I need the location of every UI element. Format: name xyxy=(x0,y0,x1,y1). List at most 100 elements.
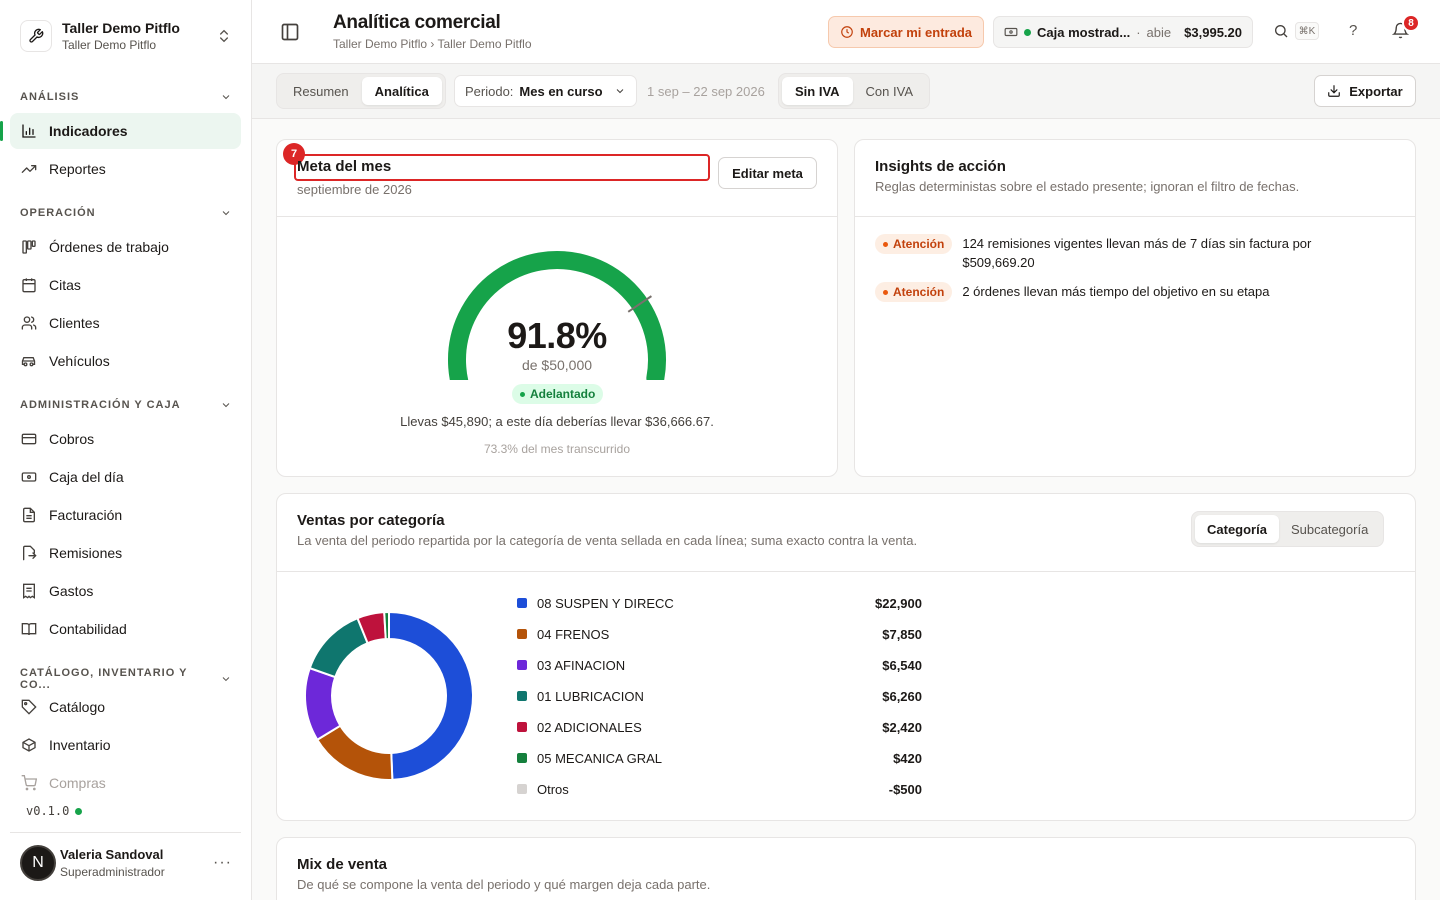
section-operacion[interactable]: OPERACIÓN xyxy=(20,207,232,219)
cash-amount: $3,995.20 xyxy=(1184,24,1242,40)
calendar-icon xyxy=(20,277,37,294)
sales-donut-chart xyxy=(304,610,474,781)
goal-title: Meta del mes xyxy=(297,158,392,175)
more-horizontal-icon[interactable]: ··· xyxy=(213,854,233,872)
tax-toggle: Sin IVA Con IVA xyxy=(778,73,930,109)
page-title: Analítica comercial xyxy=(333,12,501,33)
sidebar-item-reportes[interactable]: Reportes xyxy=(10,151,241,187)
donut-slice[interactable] xyxy=(388,610,474,781)
help-icon[interactable]: ? xyxy=(1349,22,1357,39)
sidebar-item-catalogo[interactable]: Catálogo xyxy=(10,689,241,725)
tab-analitica[interactable]: Analítica xyxy=(361,77,442,105)
legend-value: $6,540 xyxy=(882,657,922,673)
export-button[interactable]: Exportar xyxy=(1314,75,1416,107)
legend-label: 08 SUSPEN Y DIRECC xyxy=(537,595,674,611)
section-catalogo[interactable]: CATÁLOGO, INVENTARIO Y CO... xyxy=(20,667,232,691)
goal-card: 7 Meta del mes septiembre de 2026 Editar… xyxy=(276,139,838,477)
sidebar-item-label: Vehículos xyxy=(49,353,110,369)
chevron-down-icon xyxy=(222,95,230,100)
trending-up-icon xyxy=(20,161,37,178)
insight-text: 124 remisiones vigentes llevan más de 7 … xyxy=(962,236,1312,270)
insight-item: Atención 124 remisiones vigentes llevan … xyxy=(875,234,1345,272)
legend-label: Otros xyxy=(537,781,569,797)
tab-con-iva[interactable]: Con IVA xyxy=(853,77,926,105)
version-label: v0.1.0 xyxy=(26,804,70,818)
sidebar-item-vehiculos[interactable]: Vehículos xyxy=(10,343,241,379)
banknote-icon xyxy=(1004,27,1018,37)
section-title: ADMINISTRACIÓN Y CAJA xyxy=(20,399,181,411)
org-switcher[interactable]: Taller Demo Pitflo Taller Demo Pitflo xyxy=(10,8,242,64)
sidebar-item-facturacion[interactable]: Facturación xyxy=(10,497,241,533)
insight-text: 2 órdenes llevan más tiempo del objetivo… xyxy=(962,284,1270,299)
export-label: Exportar xyxy=(1349,83,1403,99)
sidebar-item-contabilidad[interactable]: Contabilidad xyxy=(10,611,241,647)
sidebar-item-label: Clientes xyxy=(49,315,100,331)
legend-swatch xyxy=(517,722,527,732)
top-header: Analítica comercial Taller Demo Pitflo ›… xyxy=(252,0,1440,64)
status-label: Adelantado xyxy=(530,387,596,401)
insights-header: Insights de acción Reglas deterministas … xyxy=(855,140,1415,217)
legend-label: 05 MECANICA GRAL xyxy=(537,750,662,766)
car-icon xyxy=(20,353,37,370)
legend-swatch xyxy=(517,753,527,763)
legend-item: 02 ADICIONALES $2,420 xyxy=(517,717,922,737)
chevron-down-icon xyxy=(222,677,230,682)
sidebar-item-gastos[interactable]: Gastos xyxy=(10,573,241,609)
sidebar-item-label: Compras xyxy=(49,775,106,791)
goal-percent: 91.8% xyxy=(507,315,607,356)
sidebar-item-citas[interactable]: Citas xyxy=(10,267,241,303)
sidebar-item-label: Catálogo xyxy=(49,699,106,715)
goal-elapsed: 73.3% del mes transcurrido xyxy=(483,442,631,456)
sidebar-item-caja[interactable]: Caja del día xyxy=(10,459,241,495)
file-export-icon xyxy=(20,545,37,562)
check-in-button[interactable]: Marcar mi entrada xyxy=(828,16,984,48)
section-administracion[interactable]: ADMINISTRACIÓN Y CAJA xyxy=(20,399,232,411)
sidebar-item-compras[interactable]: Compras xyxy=(10,765,241,801)
shortcut-hint: ⌘K xyxy=(1295,22,1319,40)
chevron-down-icon xyxy=(616,89,624,94)
user-menu[interactable]: N Valeria Sandoval Superadministrador ··… xyxy=(10,832,241,892)
period-select[interactable]: Periodo: Mes en curso xyxy=(454,75,637,107)
donut-slice[interactable] xyxy=(304,666,342,742)
tab-sin-iva[interactable]: Sin IVA xyxy=(782,77,853,105)
sidebar-item-clientes[interactable]: Clientes xyxy=(10,305,241,341)
clock-icon xyxy=(841,26,853,38)
cart-icon xyxy=(20,775,37,792)
tab-categoria[interactable]: Categoría xyxy=(1195,515,1279,543)
legend-swatch xyxy=(517,598,527,608)
tab-resumen[interactable]: Resumen xyxy=(280,77,362,105)
legend-item: 08 SUSPEN Y DIRECC $22,900 xyxy=(517,593,922,613)
cash-register-pill[interactable]: Caja mostrad... · abie $3,995.20 xyxy=(993,16,1253,48)
legend-label: 02 ADICIONALES xyxy=(537,719,642,735)
search-icon[interactable] xyxy=(1273,23,1289,39)
users-icon xyxy=(20,315,37,332)
goal-message: Llevas $45,890; a este día deberías llev… xyxy=(400,414,714,429)
sidebar-item-remisiones[interactable]: Remisiones xyxy=(10,535,241,571)
legend-swatch xyxy=(517,660,527,670)
sidebar-item-indicadores[interactable]: Indicadores xyxy=(0,113,241,149)
user-name: Valeria Sandoval xyxy=(60,846,164,862)
mix-subtitle: De qué se compone la venta del periodo y… xyxy=(297,877,711,892)
sidebar-item-inventario[interactable]: Inventario xyxy=(10,727,241,763)
sidebar-item-label: Órdenes de trabajo xyxy=(49,239,169,255)
period-value: Mes en curso xyxy=(519,83,603,99)
donut-slice[interactable] xyxy=(308,616,369,679)
cash-name: Caja mostrad... xyxy=(1037,24,1131,40)
sidebar-item-cobros[interactable]: Cobros xyxy=(10,421,241,457)
section-analisis[interactable]: ANÁLISIS xyxy=(20,91,232,103)
avatar: N xyxy=(20,844,56,881)
app-version: v0.1.0 xyxy=(26,804,83,818)
legend-item: Otros -$500 xyxy=(517,779,922,799)
banknote-icon xyxy=(20,469,37,486)
sidebar-item-label: Facturación xyxy=(49,507,123,523)
donut-slice[interactable] xyxy=(383,610,390,641)
receipt-icon xyxy=(20,583,37,600)
section-title: OPERACIÓN xyxy=(20,207,96,219)
mix-title: Mix de venta xyxy=(297,856,388,873)
bar-chart-icon xyxy=(20,123,37,140)
tab-subcategoria[interactable]: Subcategoría xyxy=(1279,515,1380,543)
edit-goal-button[interactable]: Editar meta xyxy=(718,157,817,189)
sidebar-item-ordenes[interactable]: Órdenes de trabajo xyxy=(10,229,241,265)
sidebar-toggle-icon[interactable] xyxy=(280,22,300,42)
legend-item: 05 MECANICA GRAL $420 xyxy=(517,748,922,768)
